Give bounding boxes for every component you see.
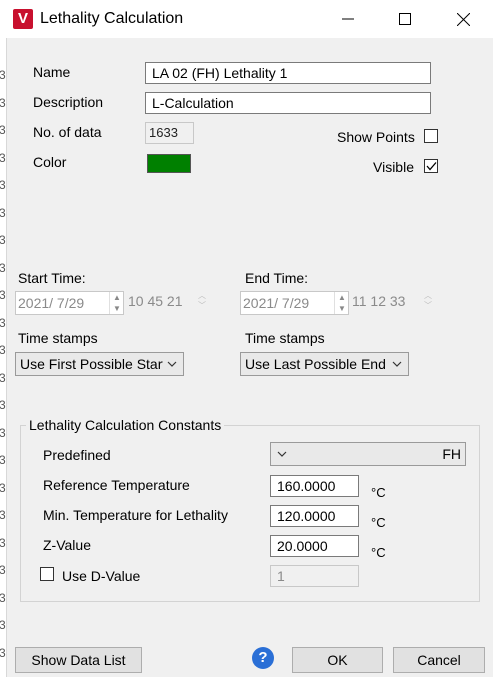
minimize-icon (342, 18, 354, 20)
show-data-list-button[interactable]: Show Data List (15, 647, 142, 673)
spin-down-icon: ▼ (113, 304, 121, 313)
maximize-icon (399, 13, 411, 25)
background-digit: 3 (0, 95, 6, 110)
spin-down-icon: ﹀ (198, 301, 206, 310)
lethality-constants-group-title: Lethality Calculation Constants (26, 417, 225, 433)
end-date-spinner[interactable]: ▲ ▼ (334, 292, 349, 314)
background-digit: 3 (0, 150, 6, 165)
reference-temperature-field[interactable]: 160.0000 (270, 475, 359, 497)
no-of-data-label: No. of data (33, 124, 102, 140)
name-label: Name (33, 64, 71, 80)
maximize-button[interactable] (382, 0, 428, 38)
chevron-down-icon (277, 451, 287, 457)
help-icon[interactable]: ? (252, 647, 274, 669)
background-digit: 3 (0, 645, 6, 660)
color-label: Color (33, 154, 67, 170)
background-digit: 3 (0, 343, 6, 357)
minimize-button[interactable] (325, 0, 371, 38)
min-temperature-label: Min. Temperature for Lethality (43, 507, 228, 523)
background-digit: 3 (0, 288, 6, 302)
description-field[interactable]: L-Calculation (145, 92, 431, 114)
start-date-spinner[interactable]: ▲ ▼ (109, 292, 124, 314)
name-field[interactable]: LA 02 (FH) Lethality 1 (145, 62, 431, 84)
chevron-down-icon (392, 361, 402, 367)
reference-temperature-unit: °C (371, 485, 386, 500)
start-time-stamps-value: Use First Possible Start (20, 356, 163, 372)
background-digit: 3 (0, 205, 6, 220)
end-time-stamps-dropdown[interactable]: Use Last Possible End (240, 352, 409, 376)
predefined-value: FH (442, 446, 461, 462)
reference-temperature-label: Reference Temperature (43, 477, 190, 493)
predefined-dropdown[interactable]: FH (270, 442, 466, 466)
close-icon (456, 12, 470, 26)
end-time-label: End Time: (245, 270, 309, 286)
close-button[interactable] (440, 0, 486, 38)
spin-up-icon: ︿ (424, 291, 432, 300)
background-digit: 3 (0, 123, 6, 137)
spin-up-icon: ▲ (338, 293, 346, 302)
spin-down-icon: ▼ (338, 304, 346, 313)
spin-up-icon: ▲ (113, 293, 121, 302)
color-swatch-button[interactable] (147, 154, 191, 173)
background-digit: 3 (0, 425, 6, 440)
no-of-data-value: 1633 (145, 122, 194, 144)
start-date-picker[interactable]: 2021/ 7/29 ▲ ▼ (15, 291, 124, 315)
background-digit: 3 (0, 68, 6, 82)
background-digit: 3 (0, 315, 6, 330)
background-digit: 3 (0, 508, 6, 522)
background-digit: 3 (0, 233, 6, 247)
background-digit: 3 (0, 178, 6, 192)
z-value-field[interactable]: 20.0000 (270, 535, 359, 557)
visible-label: Visible (373, 159, 414, 175)
use-d-value-label: Use D-Value (62, 568, 141, 584)
start-time-stamps-label: Time stamps (18, 330, 98, 346)
background-digit: 3 (0, 370, 6, 385)
start-clock-spinner[interactable]: ︿ ﹀ (198, 291, 206, 311)
chevron-down-icon (167, 361, 177, 367)
background-digit: 3 (0, 398, 6, 412)
background-digit: 3 (0, 563, 6, 577)
background-digit: 3 (0, 260, 6, 275)
spin-up-icon: ︿ (198, 291, 206, 300)
window-title: Lethality Calculation (40, 10, 184, 27)
background-digit: 3 (0, 535, 6, 550)
spin-down-icon: ﹀ (424, 301, 432, 310)
checkmark-icon (426, 162, 437, 171)
end-date-value: 2021/ 7/29 (243, 295, 310, 311)
start-time-label: Start Time: (18, 270, 86, 286)
app-logo-icon: V (13, 9, 33, 29)
z-value-unit: °C (371, 545, 386, 560)
show-points-checkbox[interactable] (424, 129, 438, 143)
use-d-value-checkbox[interactable] (40, 567, 54, 581)
min-temperature-unit: °C (371, 515, 386, 530)
end-clock-value: 11 12 33 (352, 293, 406, 309)
cancel-button[interactable]: Cancel (393, 647, 485, 673)
end-date-picker[interactable]: 2021/ 7/29 ▲ ▼ (240, 291, 349, 315)
end-clock-spinner[interactable]: ︿ ﹀ (424, 291, 432, 311)
background-digit: 3 (0, 480, 6, 495)
visible-checkbox[interactable] (424, 159, 438, 173)
min-temperature-field[interactable]: 120.0000 (270, 505, 359, 527)
z-value-label: Z-Value (43, 537, 91, 553)
description-label: Description (33, 94, 104, 110)
show-points-label: Show Points (337, 129, 415, 145)
end-time-stamps-label: Time stamps (245, 330, 325, 346)
ok-button[interactable]: OK (292, 647, 383, 673)
background-digit: 3 (0, 453, 6, 467)
predefined-label: Predefined (43, 447, 111, 463)
start-time-stamps-dropdown[interactable]: Use First Possible Start (15, 352, 184, 376)
d-value-field: 1 (270, 565, 359, 587)
background-digit: 3 (0, 618, 6, 632)
background-digit: 3 (0, 590, 6, 605)
start-date-value: 2021/ 7/29 (18, 295, 85, 311)
end-time-stamps-value: Use Last Possible End (245, 356, 386, 372)
start-clock-value: 10 45 21 (128, 293, 183, 309)
